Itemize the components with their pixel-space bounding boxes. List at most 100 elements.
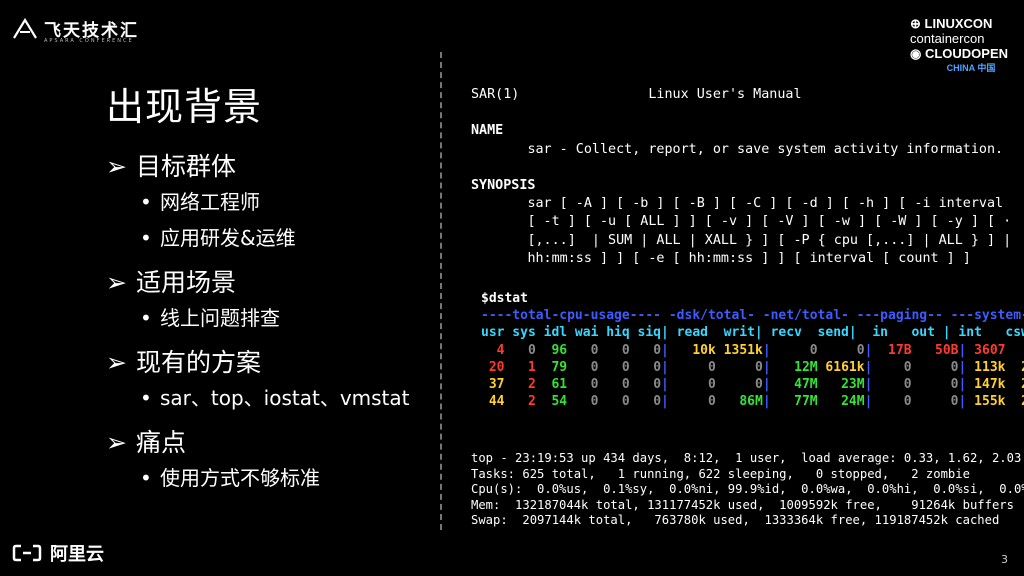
dstat-cell-idl: 61 <box>535 377 568 393</box>
dstat-cell-send: 24M <box>817 394 865 410</box>
cloudopen-logo: ◉ CLOUDOPEN <box>910 46 1009 61</box>
dstat-separator: | <box>661 342 669 358</box>
dstat-cell-recv: 77M <box>770 394 818 410</box>
dstat-cell-in: 0 <box>872 359 912 375</box>
dstat-cell-recv: 47M <box>770 377 818 393</box>
dstat-row: 4 0 96 0 0 0| 10k 1351k| 0 0| 17B 50B| 3… <box>481 343 1024 358</box>
dstat-cell-writ: 0 <box>715 377 763 393</box>
dstat-cell-sys: 2 <box>504 394 536 410</box>
conference-logos: ⊕ LINUXCON containercon ◉ CLOUDOPEN CHIN… <box>910 16 1010 76</box>
dstat-cell-send: 6161k <box>817 359 865 375</box>
dstat-command: $dstat <box>481 291 528 306</box>
feitian-logo: 飞天技术汇 APSARA CONFERENCE <box>12 16 139 44</box>
dstat-cell-hiq: 0 <box>598 342 630 358</box>
top-line: top - 23:19:53 up 434 days, 8:12, 1 user… <box>471 451 1022 465</box>
dstat-row: 20 1 79 0 0 0| 0 0| 12M 6161k| 0 0| 113k… <box>481 360 1024 375</box>
dstat-cell-writ: 86M <box>715 394 763 410</box>
dstat-cell-sys: 0 <box>504 342 536 358</box>
dstat-cell-out: 0 <box>911 359 959 375</box>
dstat-rows: 4 0 96 0 0 0| 10k 1351k| 0 0| 17B 50B| 3… <box>481 343 1024 410</box>
dstat-cell-writ: 1351k <box>715 342 763 358</box>
man-synopsis-label: SYNOPSIS <box>471 178 536 194</box>
dstat-cell-hiq: 0 <box>598 377 630 393</box>
bullet-list: ➢ 目标群体 • 网络工程师 • 应用研发&运维 ➢ 适用场景 • 线上问题排查 ➢ 现有的… <box>106 150 436 496</box>
section-heading: ➢ 现有的方案 <box>106 346 436 380</box>
dstat-column-header: usr sys idl wai hiq siq| read writ| recv… <box>481 325 1024 341</box>
dstat-cell-siq: 0 <box>629 342 662 358</box>
arrow-bullet-icon: ➢ <box>106 268 127 297</box>
dstat-separator: | <box>762 377 771 393</box>
dstat-separator: | <box>762 342 771 358</box>
dstat-cell-out: 50B <box>911 342 959 358</box>
dstat-cell-wai: 0 <box>567 377 599 393</box>
containercon-logo: containercon <box>910 31 985 46</box>
top-line: Cpu(s): 0.0%us, 0.1%sy, 0.0%ni, 99.9%id,… <box>471 482 1024 497</box>
dstat-cell-hiq: 0 <box>598 359 630 375</box>
arrow-bullet-icon: ➢ <box>106 152 127 181</box>
top-output: top - 23:19:53 up 434 days, 8:12, 1 user… <box>471 451 1024 529</box>
dot-bullet-icon: • <box>140 466 152 490</box>
dstat-separator: | <box>661 394 669 410</box>
dstat-cell-csw: 236k <box>1005 377 1024 392</box>
top-line: Swap: 2097144k total, 763780k used, 1333… <box>471 513 1000 528</box>
dstat-cell-idl: 54 <box>535 394 568 410</box>
arrow-bullet-icon: ➢ <box>106 428 127 457</box>
dstat-cell-hiq: 0 <box>598 394 630 410</box>
synopsis-line: hh:mm:ss ] ] [ -e [ hh:mm:ss ] ] [ inter… <box>527 250 971 266</box>
dstat-separator: | <box>762 359 771 375</box>
dstat-cell-csw: 245k <box>1005 394 1024 409</box>
list-item: • sar、top、iostat、vmstat <box>106 380 436 416</box>
section-heading: ➢ 目标群体 <box>106 150 436 184</box>
list-item: • 应用研发&运维 <box>106 220 436 256</box>
china-label: CHINA 中国 <box>946 63 996 73</box>
man-name-text: sar - Collect, report, or save system ac… <box>527 141 1004 157</box>
dstat-cell-send: 23M <box>817 377 865 393</box>
top-line: Mem: 132187044k total, 131177452k used, … <box>471 497 1014 512</box>
top-line: Tasks: 625 total, 1 running, 622 sleepin… <box>471 466 970 481</box>
dstat-cell-siq: 0 <box>629 394 662 410</box>
list-item: • 网络工程师 <box>106 184 436 220</box>
dstat-cell-in: 17B <box>872 342 912 358</box>
dstat-cell-usr: 20 <box>481 359 505 375</box>
synopsis-line: [ -t ] [ -u [ ALL ] ] [ -v ] [ -V ] [ -w… <box>527 214 1012 230</box>
synopsis-line: sar [ -A ] [ -b ] [ -B ] [ -C ] [ -d ] [… <box>527 196 1004 212</box>
dstat-output: $dstat ----total-cpu-usage---- -dsk/tota… <box>481 290 1024 410</box>
synopsis-line: [,...] | SUM | ALL | XALL } ] [ -P { cpu… <box>527 232 1012 248</box>
man-name-label: NAME <box>471 123 504 139</box>
dstat-cell-writ: 0 <box>715 359 763 375</box>
dstat-cell-int: 147k <box>966 377 1006 393</box>
dashed-divider <box>440 52 442 530</box>
dstat-cell-siq: 0 <box>629 359 662 375</box>
dot-bullet-icon: • <box>140 190 152 214</box>
dstat-cell-csw: 20k <box>1005 343 1024 358</box>
list-item: • 线上问题排查 <box>106 300 436 336</box>
dot-bullet-icon: • <box>140 386 152 410</box>
org-subtitle: APSARA CONFERENCE <box>44 38 134 44</box>
dstat-cell-wai: 0 <box>567 359 599 375</box>
linuxcon-logo: ⊕ LINUXCON <box>910 16 993 31</box>
brand-name: 阿里云 <box>50 544 104 565</box>
dstat-row: 37 2 61 0 0 0| 0 0| 47M 23M| 0 0| 147k 2… <box>481 377 1024 392</box>
man-header-center: Linux User's Manual <box>648 87 802 102</box>
dstat-cell-usr: 44 <box>481 394 505 410</box>
dstat-separator: | <box>661 359 669 375</box>
dstat-cell-recv: 12M <box>770 359 818 375</box>
dstat-cell-usr: 4 <box>481 342 505 358</box>
dstat-cell-int: 113k <box>966 359 1006 375</box>
aliyun-logo: 阿里云 <box>12 540 104 566</box>
dot-bullet-icon: • <box>140 226 152 250</box>
dstat-cell-siq: 0 <box>629 377 662 393</box>
dstat-cell-int: 3607 <box>966 342 1006 358</box>
dstat-separator: | <box>661 377 669 393</box>
dstat-cell-read: 0 <box>668 359 716 375</box>
dstat-cell-int: 155k <box>966 394 1006 410</box>
list-item: • 使用方式不够标准 <box>106 460 436 496</box>
dstat-cell-wai: 0 <box>567 394 599 410</box>
dstat-cell-sys: 1 <box>504 359 536 375</box>
dstat-cell-read: 0 <box>668 377 716 393</box>
dstat-cell-out: 0 <box>911 394 959 410</box>
dstat-cell-usr: 37 <box>481 377 505 393</box>
aliyun-mark-icon <box>12 544 42 562</box>
dstat-cell-out: 0 <box>911 377 959 393</box>
feitian-mark-icon <box>13 17 37 39</box>
